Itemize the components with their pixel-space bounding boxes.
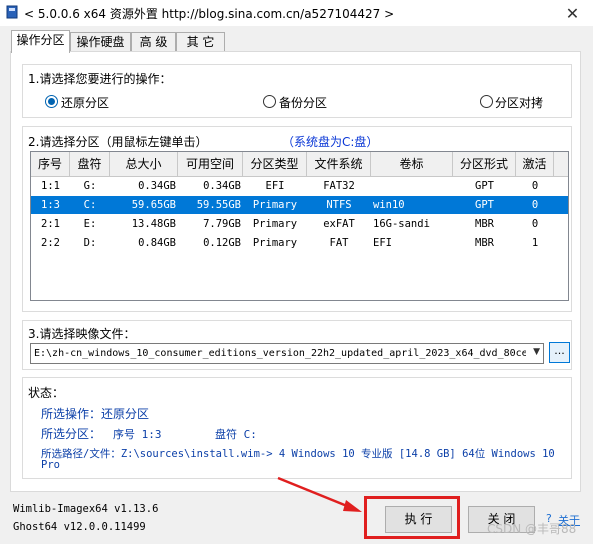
image-path-value: E:\zh-cn_windows_10_consumer_editions_ve… bbox=[34, 348, 526, 359]
ghost-version: Ghost64 v12.0.0.11499 bbox=[13, 521, 146, 533]
browse-button[interactable]: ... bbox=[549, 342, 570, 363]
cell-label: win10 bbox=[373, 199, 405, 211]
system-drive-note: （系统盘为C:盘） bbox=[282, 135, 379, 149]
radio-selected-dot bbox=[48, 98, 55, 105]
cell-style: GPT bbox=[475, 199, 494, 211]
title-bar: < 5.0.0.6 x64 资源外置 http://blog.sina.com.… bbox=[0, 0, 593, 26]
window-close-button[interactable]: ✕ bbox=[552, 0, 593, 26]
cell-free: 7.79GB bbox=[203, 218, 241, 230]
status-partition-label: 所选分区： bbox=[41, 427, 102, 441]
status-partition-drive: 盘符 C: bbox=[215, 428, 257, 441]
cell-free: 0.12GB bbox=[203, 237, 241, 249]
operation-label: 1.请选择您要进行的操作： bbox=[28, 72, 172, 86]
window-title: < 5.0.0.6 x64 资源外置 http://blog.sina.com.… bbox=[24, 7, 395, 21]
cell-fs: FAT bbox=[329, 237, 349, 249]
col-header-active[interactable]: 激活 bbox=[516, 152, 554, 176]
status-group bbox=[22, 377, 572, 479]
app-icon bbox=[6, 5, 18, 19]
cell-style: MBR bbox=[475, 218, 494, 230]
wimlib-version: Wimlib-Imagex64 v1.13.6 bbox=[13, 503, 159, 515]
watermark: CSDN @丰哥88 bbox=[487, 522, 577, 536]
cell-free: 59.55GB bbox=[196, 199, 241, 211]
radio-backup[interactable] bbox=[263, 95, 276, 108]
cell-label: 16G-sandi bbox=[373, 218, 430, 230]
cell-type: Primary bbox=[252, 237, 298, 249]
cell-active: 0 bbox=[531, 180, 539, 192]
status-operation: 所选操作：还原分区 bbox=[41, 407, 150, 421]
cell-active: 0 bbox=[531, 218, 539, 230]
table-row[interactable]: 2:2 D: 0.84GB 0.12GB Primary FAT EFI MBR… bbox=[31, 234, 568, 252]
cell-type: Primary bbox=[252, 199, 298, 211]
status-path-line1: 所选路径/文件：Z:\sources\install.wim-> 4 Windo… bbox=[41, 448, 555, 460]
tab-advanced[interactable]: 高 级 bbox=[131, 32, 176, 51]
cell-fs: exFAT bbox=[323, 218, 355, 230]
status-partition-index: 序号 1:3 bbox=[113, 428, 162, 441]
status-path-line2: Pro bbox=[41, 459, 60, 471]
col-header-index[interactable]: 序号 bbox=[31, 152, 70, 176]
cell-index: 2:1 bbox=[41, 218, 60, 230]
cell-label bbox=[371, 177, 453, 195]
cell-index: 1:1 bbox=[41, 180, 60, 192]
cell-type: Primary bbox=[252, 218, 298, 230]
table-header: 序号 盘符 总大小 可用空间 分区类型 文件系统 卷标 分区形式 激活 bbox=[31, 152, 568, 177]
cell-drive: D: bbox=[83, 237, 97, 249]
col-header-fs[interactable]: 文件系统 bbox=[307, 152, 371, 176]
cell-label: EFI bbox=[373, 237, 392, 249]
tab-partition-ops[interactable]: 操作分区 bbox=[11, 30, 70, 53]
radio-clone-label[interactable]: 分区对拷 bbox=[495, 94, 543, 111]
col-header-size[interactable]: 总大小 bbox=[110, 152, 178, 176]
cell-type: EFI bbox=[265, 180, 285, 192]
cell-drive: E: bbox=[83, 218, 97, 230]
cell-index: 2:2 bbox=[41, 237, 60, 249]
cell-size: 0.84GB bbox=[138, 237, 176, 249]
table-row[interactable]: 2:1 E: 13.48GB 7.79GB Primary exFAT 16G-… bbox=[31, 215, 568, 233]
cell-size: 59.65GB bbox=[131, 199, 176, 211]
cell-style: GPT bbox=[475, 180, 494, 192]
cell-active: 0 bbox=[531, 199, 539, 211]
highlight-box-annotation bbox=[364, 496, 460, 539]
col-header-free[interactable]: 可用空间 bbox=[178, 152, 243, 176]
chevron-down-icon[interactable]: ▼ bbox=[533, 347, 540, 357]
partition-table: 序号 盘符 总大小 可用空间 分区类型 文件系统 卷标 分区形式 激活 1:1 … bbox=[30, 151, 569, 301]
cell-style: MBR bbox=[475, 237, 494, 249]
cell-fs: FAT32 bbox=[323, 180, 355, 192]
cell-size: 13.48GB bbox=[131, 218, 176, 230]
tab-other[interactable]: 其 它 bbox=[176, 32, 225, 51]
cell-fs: NTFS bbox=[326, 199, 352, 211]
cell-free: 0.34GB bbox=[203, 180, 241, 192]
col-header-type[interactable]: 分区类型 bbox=[243, 152, 307, 176]
table-row[interactable]: 1:1 G: 0.34GB 0.34GB EFI FAT32 GPT 0 bbox=[31, 177, 568, 195]
cell-active: 1 bbox=[531, 237, 539, 249]
radio-restore-label[interactable]: 还原分区 bbox=[61, 94, 109, 111]
cell-size: 0.34GB bbox=[138, 180, 176, 192]
col-header-label[interactable]: 卷标 bbox=[371, 152, 453, 176]
tab-disk-ops[interactable]: 操作硬盘 bbox=[70, 32, 131, 51]
radio-backup-label[interactable]: 备份分区 bbox=[279, 94, 327, 111]
radio-restore[interactable] bbox=[45, 95, 58, 108]
cell-drive: G: bbox=[83, 180, 97, 192]
col-header-style[interactable]: 分区形式 bbox=[453, 152, 516, 176]
image-label: 3.请选择映像文件： bbox=[28, 327, 136, 341]
status-label: 状态： bbox=[28, 386, 65, 400]
red-arrow-annotation bbox=[277, 476, 362, 512]
radio-clone[interactable] bbox=[480, 95, 493, 108]
image-path-combobox[interactable]: E:\zh-cn_windows_10_consumer_editions_ve… bbox=[30, 343, 544, 364]
col-header-drive[interactable]: 盘符 bbox=[70, 152, 110, 176]
partition-label: 2.请选择分区（用鼠标左键单击） bbox=[28, 135, 208, 149]
cell-drive: C: bbox=[83, 199, 97, 211]
cell-index: 1:3 bbox=[41, 199, 60, 211]
table-row-selected[interactable]: 1:3 C: 59.65GB 59.55GB Primary NTFS win1… bbox=[31, 196, 568, 214]
